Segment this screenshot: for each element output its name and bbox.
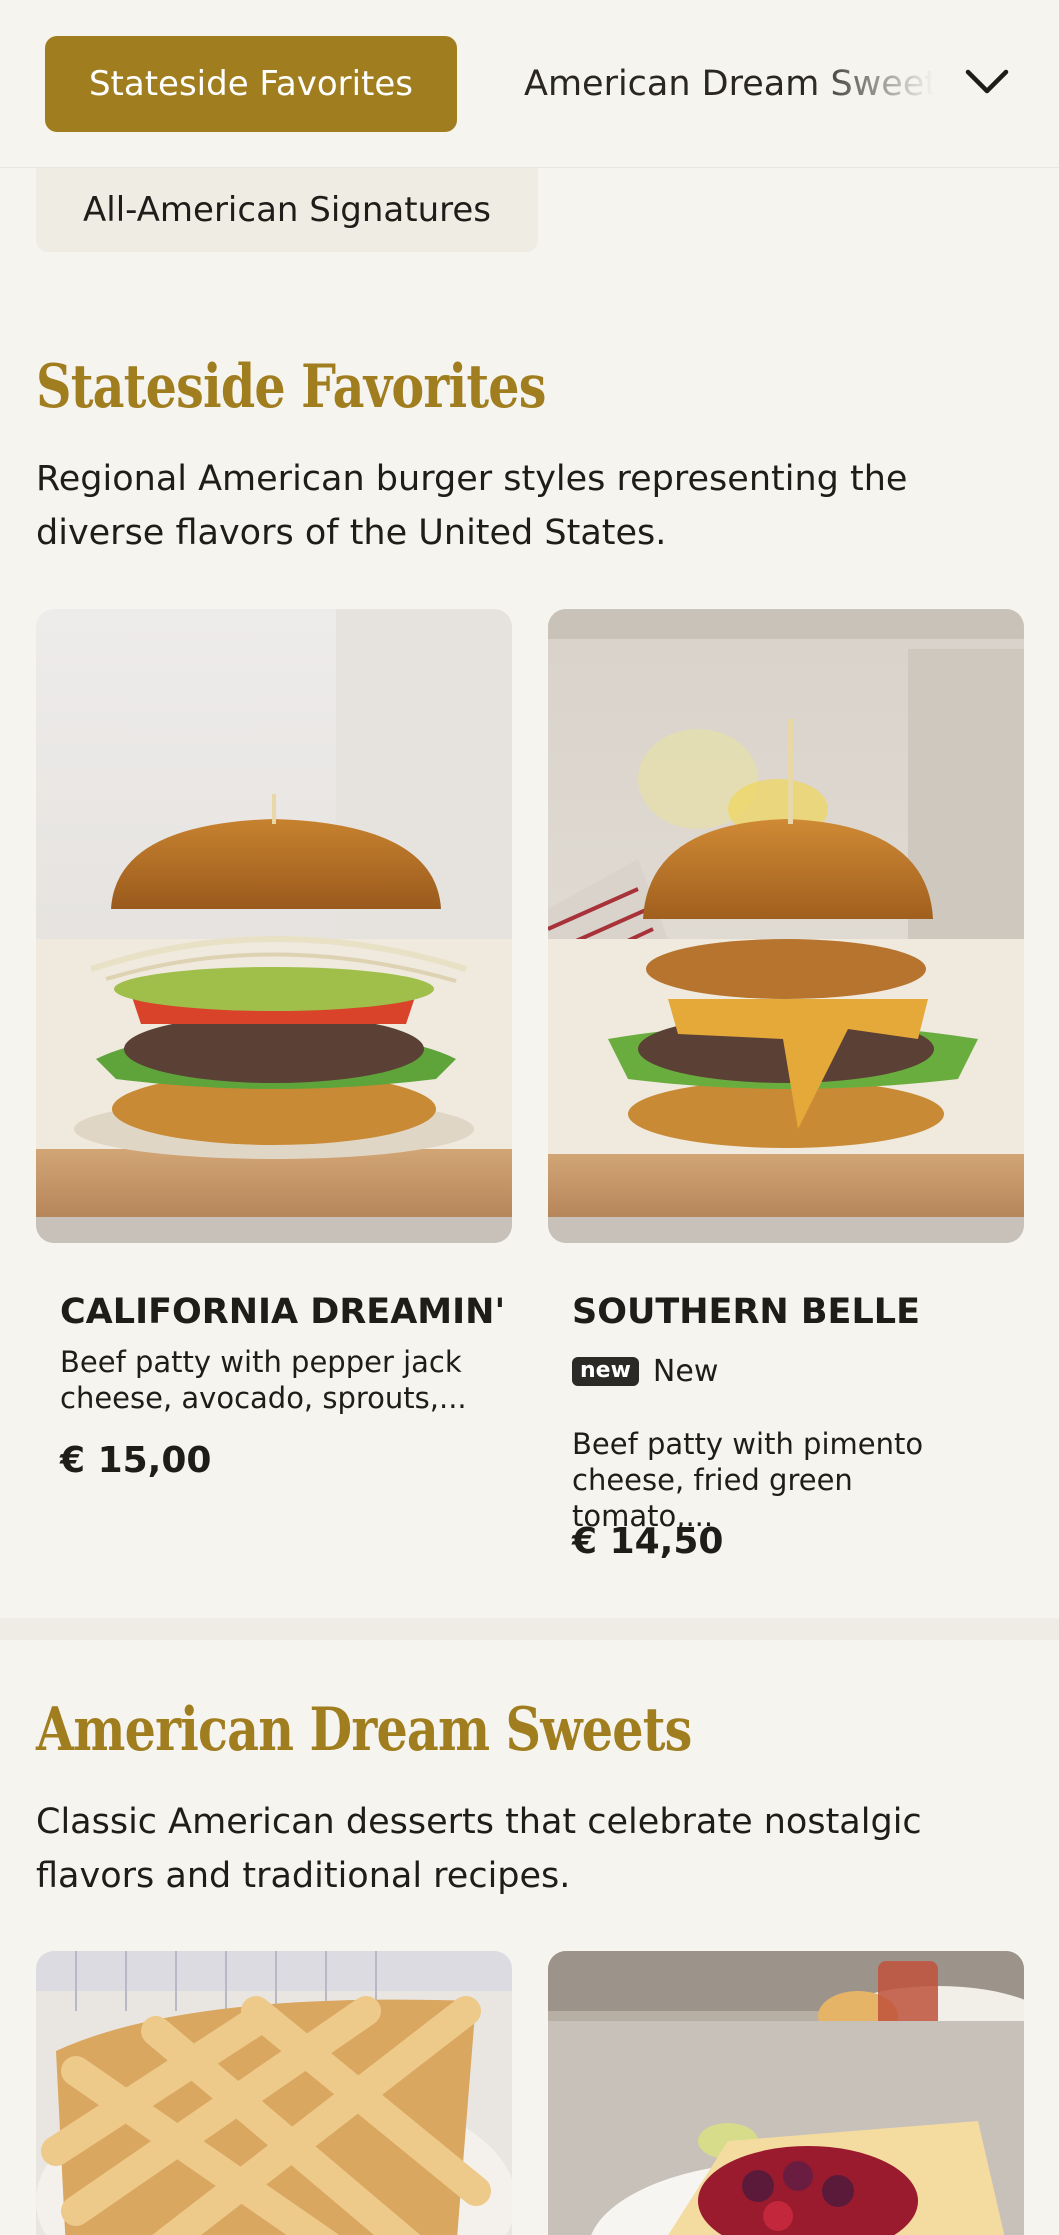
item-name[interactable]: SOUTHERN BELLE	[572, 1292, 920, 1332]
category-tab-active[interactable]: Stateside Favorites	[45, 36, 457, 132]
item-description: Beef patty with pimento cheese, fried gr…	[572, 1427, 924, 1533]
new-badge-row: new New	[572, 1354, 718, 1389]
item-description: Beef patty with pepper jack cheese, avoc…	[60, 1345, 467, 1415]
item-price: € 14,50	[572, 1521, 724, 1562]
chevron-down-icon[interactable]	[962, 62, 1012, 102]
southern-belle-image[interactable]	[548, 609, 1024, 1243]
section-divider	[0, 1618, 1059, 1640]
new-badge: new	[572, 1357, 639, 1386]
section-title: Stateside Favorites	[36, 352, 546, 422]
category-tab[interactable]: American Dream Sweets	[524, 58, 934, 110]
item-name[interactable]: CALIFORNIA DREAMIN'	[60, 1292, 505, 1332]
california-dreamin-image[interactable]	[36, 609, 512, 1243]
new-badge-label: New	[652, 1354, 719, 1389]
apple-pie-image[interactable]	[36, 1951, 512, 2235]
cheesecake-image[interactable]	[548, 1951, 1024, 2235]
item-price: € 15,00	[60, 1440, 212, 1481]
section-description: Classic American desserts that celebrate…	[36, 1802, 922, 1896]
section-description: Regional American burger styles represen…	[36, 459, 908, 553]
category-nav: Stateside Favorites American Dream Sweet…	[0, 0, 1059, 168]
category-dropdown-item[interactable]: All-American Signatures	[36, 168, 538, 252]
section-title: American Dream Sweets	[36, 1695, 692, 1765]
